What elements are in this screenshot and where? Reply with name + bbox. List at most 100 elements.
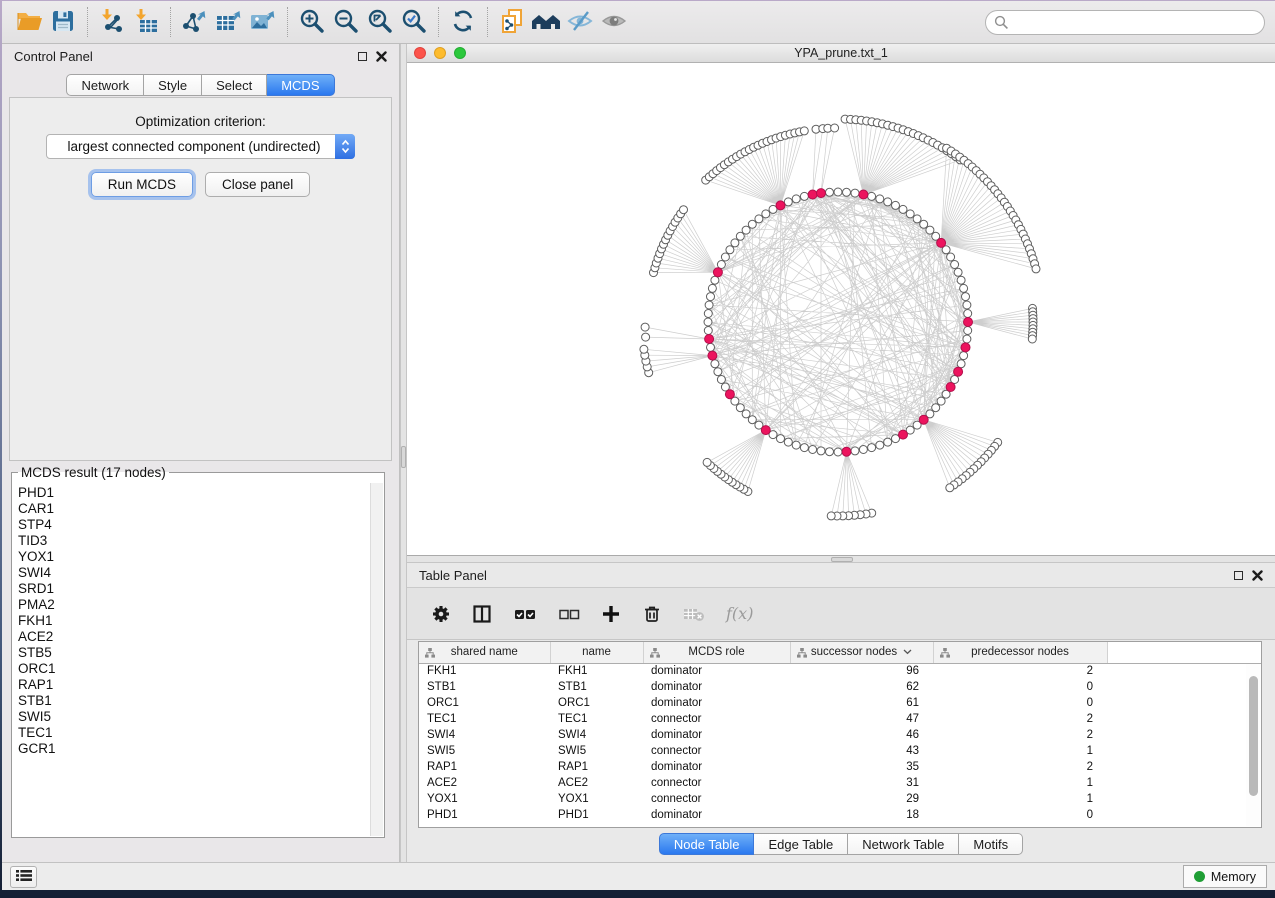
cell-name[interactable]: ACE2 <box>550 775 643 791</box>
cell-successor-nodes[interactable]: 62 <box>790 679 933 695</box>
table-tab-motifs[interactable]: Motifs <box>959 833 1023 855</box>
settings-gear-icon[interactable] <box>431 604 451 624</box>
cell-successor-nodes[interactable]: 35 <box>790 759 933 775</box>
cell-name[interactable]: YOX1 <box>550 791 643 807</box>
cell-successor-nodes[interactable]: 46 <box>790 727 933 743</box>
mcds-result-item[interactable]: FKH1 <box>18 613 365 629</box>
cell-predecessor-nodes[interactable]: 2 <box>933 727 1107 743</box>
table-row[interactable]: YOX1YOX1connector291 <box>419 791 1261 807</box>
table-row[interactable]: PHD1PHD1dominator180 <box>419 807 1261 823</box>
cell-predecessor-nodes[interactable]: 1 <box>933 775 1107 791</box>
horizontal-splitter[interactable] <box>407 556 1275 563</box>
column-header-predecessor-nodes[interactable]: predecessor nodes <box>933 642 1107 663</box>
close-panel-icon[interactable] <box>376 51 387 62</box>
cell-predecessor-nodes[interactable]: 2 <box>933 711 1107 727</box>
first-neighbors-button[interactable] <box>529 5 563 39</box>
zoom-out-button[interactable] <box>329 5 363 39</box>
mcds-result-item[interactable]: SRD1 <box>18 581 365 597</box>
network-canvas[interactable] <box>407 63 1275 555</box>
close-panel-button[interactable]: Close panel <box>205 172 310 197</box>
mcds-result-item[interactable]: PMA2 <box>18 597 365 613</box>
add-column-icon[interactable] <box>601 604 621 624</box>
tab-network[interactable]: Network <box>66 74 144 96</box>
open-file-button[interactable] <box>12 5 46 39</box>
network-graph[interactable] <box>407 63 1273 555</box>
cell-name[interactable]: SWI4 <box>550 727 643 743</box>
table-row[interactable]: TEC1TEC1connector472 <box>419 711 1261 727</box>
cell-shared-name[interactable]: RAP1 <box>419 759 550 775</box>
cell-shared-name[interactable]: ACE2 <box>419 775 550 791</box>
import-network-button[interactable] <box>95 5 129 39</box>
cell-successor-nodes[interactable]: 29 <box>790 791 933 807</box>
mcds-result-item[interactable]: SWI4 <box>18 565 365 581</box>
table-tab-edge-table[interactable]: Edge Table <box>754 833 848 855</box>
splitter-grip[interactable] <box>401 446 406 468</box>
cell-shared-name[interactable]: ORC1 <box>419 695 550 711</box>
table-row[interactable]: SWI4SWI4dominator462 <box>419 727 1261 743</box>
cell-predecessor-nodes[interactable]: 1 <box>933 743 1107 759</box>
mcds-result-item[interactable]: STP4 <box>18 517 365 533</box>
network-nodes[interactable] <box>640 115 1040 520</box>
mcds-result-item[interactable]: PHD1 <box>18 485 365 501</box>
zoom-selected-button[interactable] <box>397 5 431 39</box>
column-header-successor-nodes[interactable]: successor nodes <box>790 642 933 663</box>
mcds-result-item[interactable]: CAR1 <box>18 501 365 517</box>
vertical-splitter[interactable] <box>400 44 407 862</box>
cell-predecessor-nodes[interactable]: 0 <box>933 695 1107 711</box>
cell-shared-name[interactable]: TEC1 <box>419 711 550 727</box>
table-row[interactable]: ORC1ORC1dominator610 <box>419 695 1261 711</box>
result-scrollbar[interactable] <box>370 483 383 836</box>
cell-shared-name[interactable]: SWI5 <box>419 743 550 759</box>
column-header-shared-name[interactable]: shared name <box>419 642 550 663</box>
cell-shared-name[interactable]: PHD1 <box>419 807 550 823</box>
table-tab-node-table[interactable]: Node Table <box>659 833 755 855</box>
export-image-button[interactable] <box>246 5 280 39</box>
show-all-button[interactable] <box>597 5 631 39</box>
table-tab-network-table[interactable]: Network Table <box>848 833 959 855</box>
cell-mcds-role[interactable]: dominator <box>643 807 790 823</box>
cell-predecessor-nodes[interactable]: 2 <box>933 759 1107 775</box>
cell-name[interactable]: ORC1 <box>550 695 643 711</box>
cell-shared-name[interactable]: STB1 <box>419 679 550 695</box>
cell-name[interactable]: SWI5 <box>550 743 643 759</box>
table-row[interactable]: SWI5SWI5connector431 <box>419 743 1261 759</box>
cell-name[interactable]: FKH1 <box>550 663 643 679</box>
table-row[interactable]: RAP1RAP1dominator352 <box>419 759 1261 775</box>
cell-predecessor-nodes[interactable]: 1 <box>933 791 1107 807</box>
scrollbar-thumb[interactable] <box>1249 676 1258 796</box>
hide-selected-button[interactable] <box>563 5 597 39</box>
cell-predecessor-nodes[interactable]: 0 <box>933 679 1107 695</box>
mcds-result-item[interactable]: STB1 <box>18 693 365 709</box>
tab-mcds[interactable]: MCDS <box>267 74 334 96</box>
cell-successor-nodes[interactable]: 31 <box>790 775 933 791</box>
table-row[interactable]: ACE2ACE2connector311 <box>419 775 1261 791</box>
column-header-mcds-role[interactable]: MCDS role <box>643 642 790 663</box>
run-mcds-button[interactable]: Run MCDS <box>91 172 193 197</box>
cell-mcds-role[interactable]: dominator <box>643 695 790 711</box>
cell-mcds-role[interactable]: connector <box>643 775 790 791</box>
splitter-grip[interactable] <box>831 557 853 562</box>
cell-mcds-role[interactable]: connector <box>643 743 790 759</box>
mcds-result-item[interactable]: RAP1 <box>18 677 365 693</box>
mcds-result-item[interactable]: ACE2 <box>18 629 365 645</box>
cell-predecessor-nodes[interactable]: 0 <box>933 807 1107 823</box>
tab-style[interactable]: Style <box>144 74 202 96</box>
task-history-button[interactable] <box>10 866 37 888</box>
cell-successor-nodes[interactable]: 61 <box>790 695 933 711</box>
cell-successor-nodes[interactable]: 43 <box>790 743 933 759</box>
mcds-result-item[interactable]: SWI5 <box>18 709 365 725</box>
cell-mcds-role[interactable]: dominator <box>643 679 790 695</box>
refresh-view-button[interactable] <box>446 5 480 39</box>
memory-button[interactable]: Memory <box>1183 865 1267 888</box>
cell-mcds-role[interactable]: dominator <box>643 727 790 743</box>
mcds-result-item[interactable]: GCR1 <box>18 741 365 757</box>
cell-successor-nodes[interactable]: 18 <box>790 807 933 823</box>
cell-mcds-role[interactable]: dominator <box>643 759 790 775</box>
delete-column-icon[interactable] <box>642 604 662 624</box>
table-scrollbar[interactable] <box>1246 664 1260 826</box>
mcds-result-item[interactable]: TID3 <box>18 533 365 549</box>
cell-shared-name[interactable]: FKH1 <box>419 663 550 679</box>
float-panel-icon[interactable] <box>1234 571 1243 580</box>
cell-mcds-role[interactable]: connector <box>643 711 790 727</box>
column-visibility-icon[interactable] <box>472 604 492 624</box>
